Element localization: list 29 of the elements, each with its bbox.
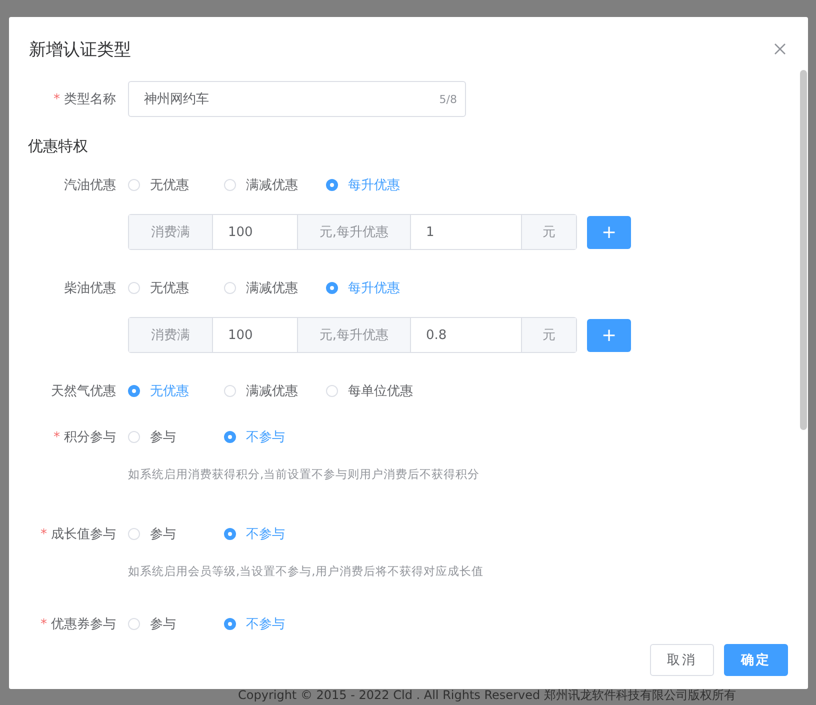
radio-option[interactable]: 满减优惠 xyxy=(224,176,298,194)
scrollbar-thumb[interactable] xyxy=(800,70,807,430)
required-mark: * xyxy=(40,527,47,542)
radio-option[interactable]: 无优惠 xyxy=(128,176,196,194)
radio-option[interactable]: 参与 xyxy=(128,525,196,543)
field-label: 汽油优惠 xyxy=(64,178,116,193)
footer-text: Copyright © 2015 - 2022 Cld . All Rights Reserved 郑州讯龙软件科技有限公司版权所有 xyxy=(238,687,736,704)
radio-option[interactable]: 参与 xyxy=(128,615,196,633)
type-name-input[interactable]: 神州网约车 5/8 xyxy=(128,81,466,117)
field-label: 积分参与 xyxy=(64,430,116,445)
required-mark: * xyxy=(54,92,60,107)
hint-text: 如系统启用会员等级,当设置不参与,用户消费后将不获得对应成长值 xyxy=(128,564,484,579)
field-label: 成长值参与 xyxy=(51,527,116,542)
cancel-button[interactable]: 取消 xyxy=(650,644,714,676)
field-label: 优惠券参与 xyxy=(51,617,116,632)
radio-option[interactable]: 无优惠 xyxy=(128,279,196,297)
hint-text: 如系统启用消费获得积分,当前设置不参与则用户消费后不获得积分 xyxy=(128,467,481,482)
field-label: 柴油优惠 xyxy=(64,281,116,296)
radio-option[interactable]: 每单位优惠 xyxy=(326,382,413,400)
required-mark: * xyxy=(54,430,60,445)
radio-option[interactable]: 满减优惠 xyxy=(224,382,298,400)
radio-option[interactable]: 满减优惠 xyxy=(224,279,298,297)
dialog-title: 新增认证类型 xyxy=(29,38,131,60)
required-mark: * xyxy=(40,617,47,632)
field-label: 类型名称 xyxy=(64,92,116,107)
close-icon[interactable] xyxy=(774,43,786,55)
section-title: 优惠特权 xyxy=(27,136,89,156)
field-label: 天然气优惠 xyxy=(51,384,116,399)
radio-option[interactable]: 参与 xyxy=(128,428,196,446)
